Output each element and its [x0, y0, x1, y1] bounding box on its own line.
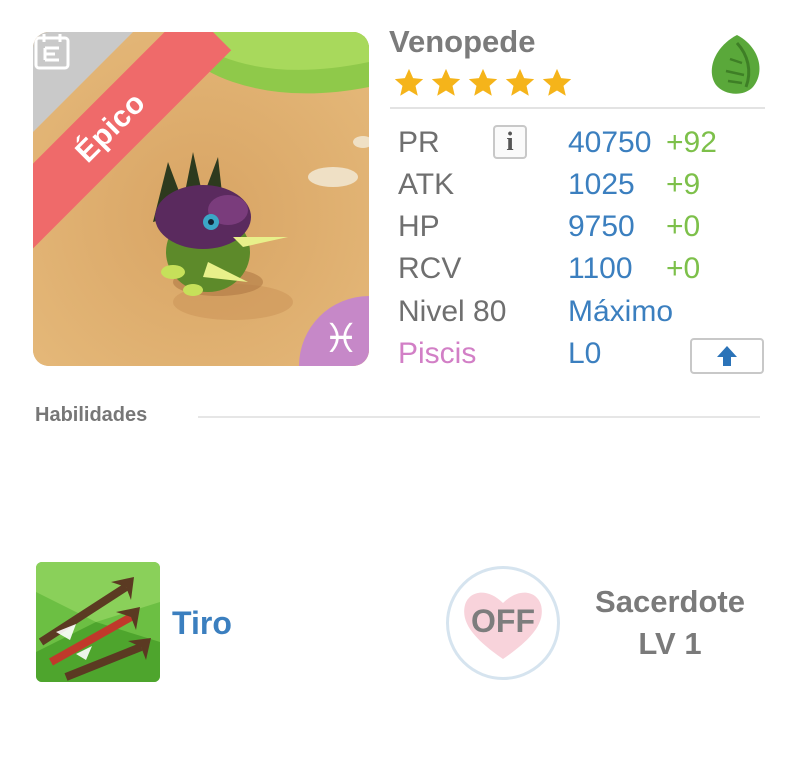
stat-label-hp: HP	[398, 210, 440, 243]
monster-portrait[interactable]: Épico ♓	[33, 32, 369, 366]
skill-icon[interactable]	[36, 562, 160, 682]
star-icon	[394, 68, 424, 96]
upgrade-button[interactable]	[690, 338, 764, 374]
star-icon	[505, 68, 535, 96]
pisces-icon: ♓	[323, 316, 359, 362]
abilities-divider	[198, 416, 760, 418]
stat-value-level: Máximo	[568, 295, 674, 328]
toggle-off-label: OFF	[471, 603, 535, 639]
stat-value-pr: 40750	[568, 126, 652, 159]
stat-value-rcv: 1100	[568, 252, 633, 285]
monster-name: Venopede	[389, 24, 536, 59]
arrow-up-icon	[717, 346, 737, 366]
info-icon: i	[506, 127, 514, 156]
stat-label-sign: Piscis	[398, 337, 477, 370]
leader-skill-name: Sacerdote	[595, 584, 745, 619]
stat-label-rcv: RCV	[398, 252, 462, 285]
star-icon	[431, 68, 461, 96]
rarity-stars	[392, 66, 574, 100]
leaf-icon	[711, 35, 760, 94]
stat-value-sign-level: L0	[568, 337, 602, 370]
skill-name[interactable]: Tiro	[172, 605, 232, 642]
stat-bonus-atk: +9	[666, 168, 701, 201]
leader-skill-toggle[interactable]: OFF	[446, 566, 560, 680]
abilities-title: Habilidades	[35, 404, 148, 426]
arrows-skill-icon	[36, 562, 160, 682]
info-button[interactable]: i	[493, 125, 527, 159]
stat-label-level: Nivel 80	[398, 295, 507, 328]
card-icon	[34, 34, 70, 70]
header-divider	[390, 107, 765, 109]
stat-label-pr: PR	[398, 126, 440, 159]
stat-value-hp: 9750	[568, 210, 635, 243]
leader-skill-level: LV 1	[638, 626, 702, 661]
stat-value-atk: 1025	[568, 168, 635, 201]
stat-bonus-rcv: +0	[666, 252, 701, 285]
stat-label-atk: ATK	[398, 168, 455, 201]
stat-bonus-hp: +0	[666, 210, 701, 243]
star-icon	[468, 68, 498, 96]
star-icon	[542, 68, 572, 96]
stat-bonus-pr: +92	[666, 126, 717, 159]
